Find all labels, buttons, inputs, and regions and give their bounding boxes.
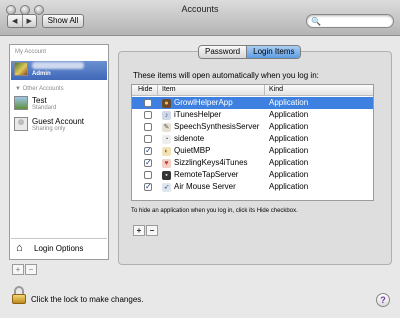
forward-arrow-icon[interactable]: ▶ [21,15,37,27]
table-row[interactable]: ✓ ◐ QuietMBP Application [132,145,373,157]
login-options-label: Login Options [34,244,84,253]
table-row[interactable]: ♪ iTunesHelper Application [132,109,373,121]
login-items-add-remove: + − [133,225,158,236]
lock-icon[interactable] [12,286,26,304]
hide-checkbox[interactable]: ✓ [144,159,152,167]
item-kind: Application [269,170,309,179]
remotetap-icon: ▪ [162,171,171,180]
table-row[interactable]: ● GrowlHelperApp Application [132,97,373,109]
window-title: Accounts [181,4,219,14]
item-name: iTunesHelper [174,110,222,119]
hide-checkbox[interactable] [144,99,152,107]
help-button[interactable]: ? [376,293,390,307]
login-options-item[interactable]: ⌂ Login Options [11,238,107,258]
tab-bar: Password Login Items [198,45,302,59]
search-icon: 🔍 [311,17,321,26]
remove-account-button[interactable]: − [25,264,37,275]
column-divider [157,85,158,96]
account-name: Test [32,96,47,105]
title-bar: Accounts ◀ ▶ Show All 🔍 [0,0,400,36]
column-item[interactable]: Item [162,86,176,93]
item-kind: Application [269,110,309,119]
table-row[interactable]: ✎ SpeechSynthesisServer Application [132,121,373,133]
remove-login-item-button[interactable]: − [146,225,158,236]
account-role: Admin [32,71,51,77]
item-name: QuietMBP [174,146,211,155]
login-items-info: These items will open automatically when… [133,71,319,80]
account-name: Guest Account [32,117,85,126]
sidebar-add-remove: + − [12,264,37,275]
growl-paw-icon: ● [162,99,171,108]
table-row[interactable]: ✓ ➶ Air Mouse Server Application [132,181,373,193]
house-icon: ⌂ [16,242,23,254]
table-row[interactable]: ✓ ♥ SizzlingKeys4iTunes Application [132,157,373,169]
sidebar-item-my-account[interactable]: Admin [11,61,107,80]
item-name: Air Mouse Server [174,182,236,191]
table-row[interactable]: ◔ sidenote Application [132,133,373,145]
user-picture-icon [14,96,28,110]
column-kind[interactable]: Kind [269,86,283,93]
accounts-window: Accounts ◀ ▶ Show All 🔍 My Account Admin… [0,0,400,318]
sidebar-item-guest-account[interactable]: Guest Account Sharing only [11,116,107,135]
itunes-helper-icon: ♪ [162,111,171,120]
show-all-button[interactable]: Show All [42,14,84,28]
item-name: sidenote [174,134,205,143]
sidebar-item-test[interactable]: Test Standard [11,95,107,114]
column-hide[interactable]: Hide [138,86,152,93]
guest-user-icon [14,117,28,131]
account-name-redacted [32,62,84,71]
quietmbp-icon: ◐ [162,147,171,156]
back-arrow-icon[interactable]: ◀ [8,15,22,27]
air-mouse-icon: ➶ [162,183,171,192]
add-account-button[interactable]: + [12,264,24,275]
item-name: SpeechSynthesisServer [174,122,260,131]
table-row[interactable]: ▪ RemoteTapServer Application [132,169,373,181]
hide-checkbox[interactable] [144,135,152,143]
hide-checkbox[interactable] [144,123,152,131]
speech-server-icon: ✎ [162,123,171,132]
item-kind: Application [269,98,309,107]
hide-checkbox[interactable] [144,111,152,119]
item-name: SizzlingKeys4iTunes [174,158,248,167]
lock-instructions: Click the lock to make changes. [31,295,144,304]
add-login-item-button[interactable]: + [133,225,145,236]
user-picture-icon [14,62,28,76]
item-name: RemoteTapServer [174,170,239,179]
login-items-table: Hide Item Kind ● GrowlHelperApp Applicat… [131,84,374,201]
sidenote-icon: ◔ [162,135,171,144]
tab-password[interactable]: Password [199,46,247,58]
search-input[interactable]: 🔍 [306,14,394,28]
accounts-sidebar: My Account Admin ▼ Other Accounts Test S… [9,44,109,260]
my-account-label: My Account [15,49,47,55]
account-role: Standard [32,105,57,111]
item-kind: Application [269,134,309,143]
hide-checkbox[interactable] [144,171,152,179]
hide-checkbox[interactable]: ✓ [144,183,152,191]
item-kind: Application [269,158,309,167]
other-accounts-disclosure[interactable]: ▼ Other Accounts [15,86,64,92]
account-role: Sharing only [32,126,66,132]
item-name: GrowlHelperApp [174,98,233,107]
column-divider [264,85,265,96]
back-forward-control: ◀ ▶ [7,14,37,28]
item-kind: Application [269,122,309,131]
hide-checkbox[interactable]: ✓ [144,147,152,155]
lock-body [12,294,26,304]
tab-login-items[interactable]: Login Items [246,46,301,58]
table-header: Hide Item Kind [132,85,373,96]
item-kind: Application [269,146,309,155]
sizzlingkeys-icon: ♥ [162,159,171,168]
item-kind: Application [269,182,309,191]
hide-hint: To hide an application when you log in, … [131,208,298,214]
